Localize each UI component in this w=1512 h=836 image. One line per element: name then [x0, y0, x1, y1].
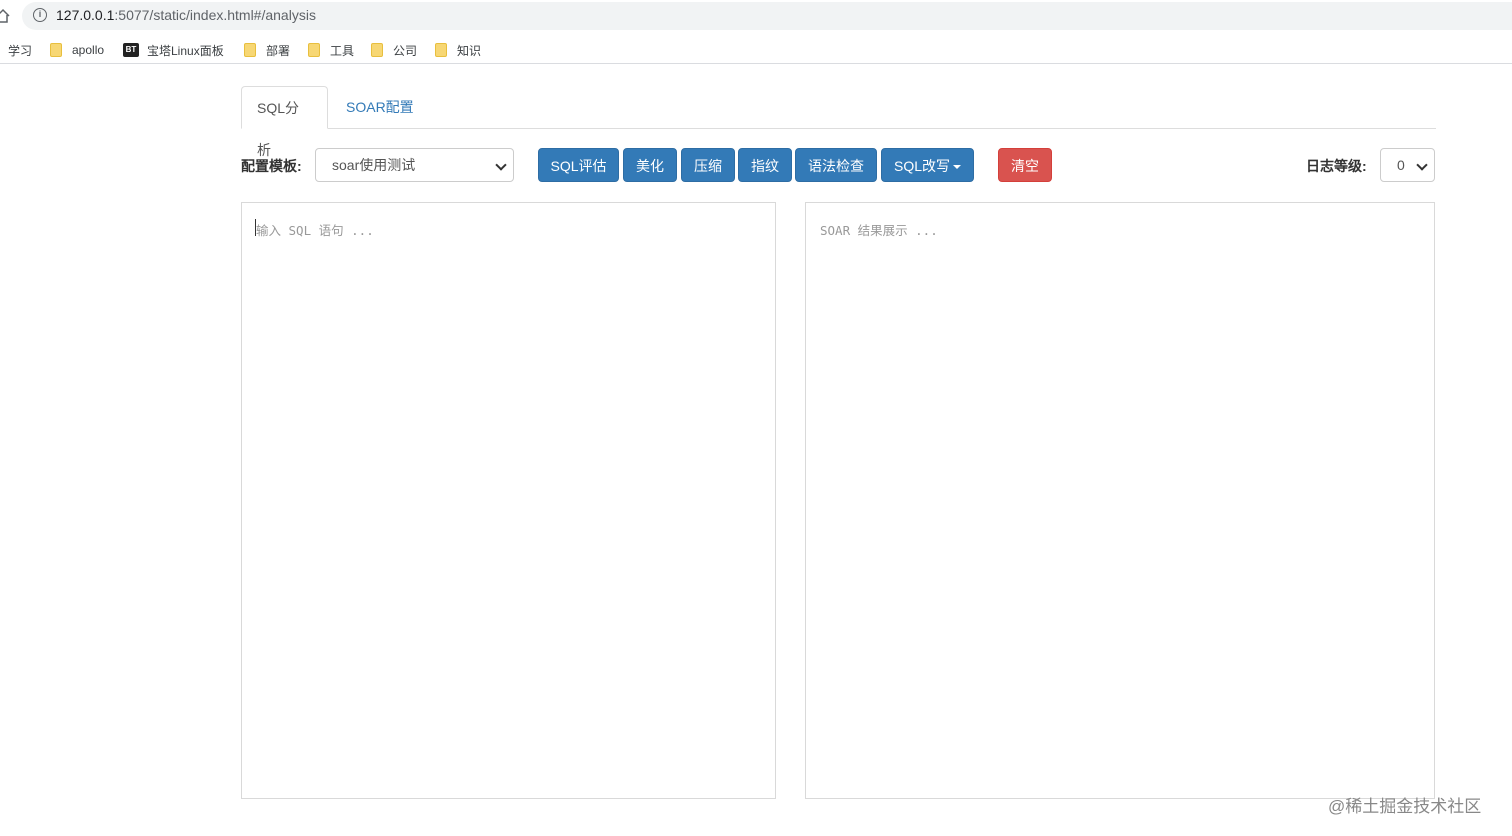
log-level-label: 日志等级: — [1306, 158, 1367, 174]
template-select[interactable]: soar使用测试 — [315, 148, 514, 182]
bookmarks-bar: 学习 apollo BT 宝塔Linux面板 部署 工具 公司 知识 — [0, 36, 1512, 64]
sql-rewrite-label: SQL改写 — [893, 158, 950, 174]
chevron-down-icon — [1416, 159, 1428, 171]
tab-bar: SQL分析 SOAR配置 — [241, 86, 1436, 158]
sql-input-placeholder: 输入 SQL 语句 ... — [256, 223, 374, 238]
clear-button[interactable]: 清空 — [998, 148, 1052, 182]
bookmark-label: 知识 — [457, 43, 482, 58]
template-select-value: soar使用测试 — [332, 157, 416, 173]
folder-icon — [50, 43, 62, 57]
syntax-check-button[interactable]: 语法检查 — [795, 148, 877, 182]
folder-icon — [308, 43, 320, 57]
tab-soar-config[interactable]: SOAR配置 — [331, 86, 429, 129]
bookmark-label: 公司 — [393, 43, 418, 58]
sql-input-editor[interactable]: 输入 SQL 语句 ... — [241, 202, 776, 799]
bt-icon: BT — [123, 43, 139, 57]
bookmark-apollo[interactable]: apollo — [50, 40, 104, 60]
soar-result-placeholder: SOAR 结果展示 ... — [820, 223, 938, 238]
bookmark-label: 宝塔Linux面板 — [147, 43, 224, 58]
site-info-icon[interactable]: i — [33, 8, 47, 22]
folder-icon — [435, 43, 447, 57]
url-text[interactable]: 127.0.0.1:5077/static/index.html#/analys… — [56, 7, 316, 23]
soar-result-output[interactable]: SOAR 结果展示 ... — [805, 202, 1435, 799]
log-level-select[interactable]: 0 — [1380, 148, 1435, 182]
bookmark-knowledge[interactable]: 知识 — [435, 40, 481, 60]
bookmark-label: 部署 — [266, 43, 291, 58]
bookmark-deploy[interactable]: 部署 — [244, 40, 290, 60]
bookmark-study[interactable]: 学习 — [8, 40, 32, 60]
bookmark-company[interactable]: 公司 — [371, 40, 417, 60]
compress-button[interactable]: 压缩 — [681, 148, 735, 182]
watermark: @稀土掘金技术社区 — [1328, 797, 1482, 816]
bookmark-bt-panel[interactable]: BT 宝塔Linux面板 — [123, 40, 224, 60]
beautify-button[interactable]: 美化 — [623, 148, 677, 182]
sql-evaluate-button[interactable]: SQL评估 — [538, 148, 619, 182]
bookmark-label: 学习 — [8, 43, 33, 58]
bookmark-label: 工具 — [330, 43, 355, 58]
home-icon[interactable] — [0, 8, 10, 24]
bookmark-label: apollo — [72, 43, 105, 57]
caret-down-icon — [953, 165, 961, 170]
template-label: 配置模板: — [241, 158, 302, 174]
chevron-down-icon — [495, 159, 507, 171]
address-bar: i 127.0.0.1:5077/static/index.html#/anal… — [0, 0, 1512, 32]
folder-icon — [244, 43, 256, 57]
fingerprint-button[interactable]: 指纹 — [738, 148, 792, 182]
bookmark-tools[interactable]: 工具 — [308, 40, 354, 60]
tab-sql-analysis[interactable]: SQL分析 — [241, 86, 328, 158]
sql-rewrite-dropdown-button[interactable]: SQL改写 — [881, 148, 974, 182]
folder-icon — [371, 43, 383, 57]
log-level-value: 0 — [1397, 157, 1405, 173]
